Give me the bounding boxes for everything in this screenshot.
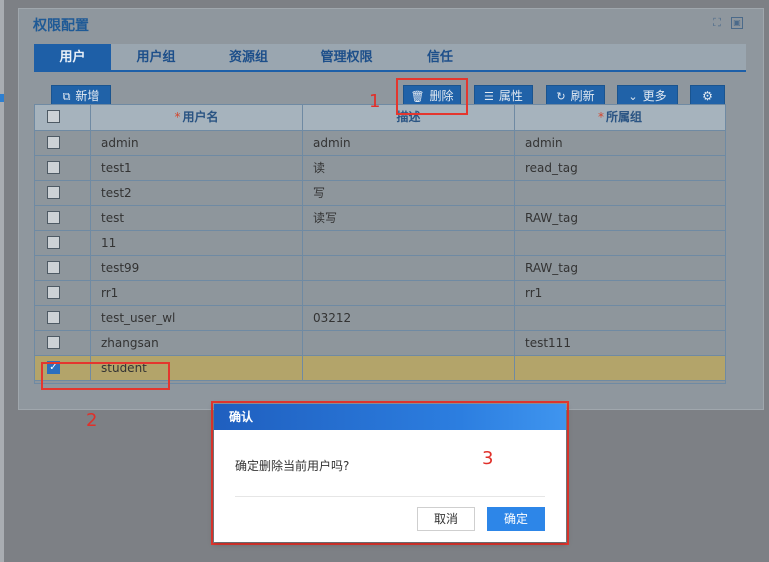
- panel-header: 权限配置 ⛶ ▣: [19, 9, 763, 37]
- edge-indicator: [0, 94, 4, 102]
- restore-icon[interactable]: ▣: [731, 17, 743, 29]
- cell-group: admin: [525, 136, 563, 150]
- cell-username: test1: [91, 156, 303, 180]
- row-checkbox[interactable]: [47, 236, 60, 249]
- cell-description: 读: [303, 156, 515, 180]
- tab-resource-groups[interactable]: 资源组: [217, 44, 280, 72]
- header-select-cell: [35, 105, 91, 130]
- cancel-button[interactable]: 取消: [417, 507, 475, 531]
- table-row[interactable]: test99 RAW_tag: [35, 256, 725, 281]
- add-button-label: 新增: [75, 89, 100, 103]
- header-username[interactable]: * 用户名: [91, 105, 303, 130]
- header-group-label: 所属组: [605, 110, 642, 124]
- cell-group: read_tag: [525, 161, 578, 175]
- confirm-dialog: 确认 确定删除当前用户吗? 3 取消 确定: [214, 404, 566, 542]
- header-username-label: 用户名: [182, 110, 219, 124]
- copy-icon: ⧉: [62, 90, 71, 103]
- row-select-cell: [35, 156, 91, 180]
- cell-description: [303, 331, 515, 355]
- more-button-label: 更多: [642, 89, 667, 103]
- dialog-title: 确认: [214, 404, 566, 430]
- row-checkbox[interactable]: [47, 311, 60, 324]
- table-row[interactable]: test 读写 RAW_tag: [35, 206, 725, 231]
- cell-username: test99: [91, 256, 303, 280]
- refresh-button-label: 刷新: [570, 89, 595, 103]
- row-checkbox[interactable]: [47, 261, 60, 274]
- row-checkbox[interactable]: [47, 336, 60, 349]
- select-all-checkbox[interactable]: [47, 110, 60, 123]
- cell-username: test2: [91, 181, 303, 205]
- cell-username: test: [91, 206, 303, 230]
- annotation-step-1: 1: [369, 91, 381, 112]
- table-row[interactable]: test_user_wl 03212: [35, 306, 725, 331]
- table-row[interactable]: test1 读 read_tag: [35, 156, 725, 181]
- table-row[interactable]: rr1 rr1: [35, 281, 725, 306]
- cell-group: [515, 306, 725, 330]
- confirm-button[interactable]: 确定: [487, 507, 545, 531]
- row-select-cell: [35, 306, 91, 330]
- cell-username: 11: [91, 231, 303, 255]
- table-row[interactable]: admin admin admin: [35, 131, 725, 156]
- row-select-cell: [35, 281, 91, 305]
- cell-description: 读写: [303, 206, 515, 230]
- cell-group: [515, 231, 725, 255]
- properties-button-label: 属性: [498, 89, 523, 103]
- cell-group: RAW_tag: [525, 261, 578, 275]
- cell-username: test_user_wl: [91, 306, 303, 330]
- row-checkbox[interactable]: [47, 186, 60, 199]
- tab-users[interactable]: 用户: [34, 44, 111, 72]
- dialog-divider: [235, 496, 545, 497]
- tab-user-groups[interactable]: 用户组: [130, 44, 182, 72]
- annotation-box-delete: [396, 78, 468, 115]
- annotation-step-2: 2: [86, 410, 98, 431]
- required-mark: *: [174, 110, 181, 124]
- table-row[interactable]: 11: [35, 231, 725, 256]
- row-checkbox[interactable]: [47, 211, 60, 224]
- cell-group: RAW_tag: [525, 211, 578, 225]
- cell-group: [515, 356, 725, 380]
- cell-group: rr1: [525, 286, 543, 300]
- tab-admin-permissions[interactable]: 管理权限: [309, 44, 384, 72]
- refresh-icon: ↻: [556, 90, 566, 103]
- row-checkbox[interactable]: [47, 161, 60, 174]
- cell-username: admin: [91, 131, 303, 155]
- cell-username: rr1: [91, 281, 303, 305]
- annotation-box-student: [41, 362, 170, 390]
- cell-description: admin: [303, 131, 515, 155]
- required-mark: *: [597, 110, 604, 124]
- header-group[interactable]: * 所属组: [515, 105, 725, 130]
- cell-group: [515, 181, 725, 205]
- expand-icon[interactable]: ⛶: [711, 17, 723, 29]
- row-select-cell: [35, 206, 91, 230]
- row-select-cell: [35, 131, 91, 155]
- tab-bar: 用户 用户组 资源组 管理权限 信任: [34, 44, 746, 72]
- cell-description: [303, 281, 515, 305]
- cell-username: zhangsan: [91, 331, 303, 355]
- cell-description: [303, 256, 515, 280]
- table-row[interactable]: test2 写: [35, 181, 725, 206]
- cell-description: 03212: [303, 306, 515, 330]
- chevron-down-icon: ⌄: [628, 90, 638, 103]
- list-icon: ☰: [484, 90, 494, 103]
- panel-title: 权限配置: [33, 18, 89, 34]
- row-select-cell: [35, 331, 91, 355]
- row-checkbox[interactable]: [47, 136, 60, 149]
- cell-description: [303, 356, 515, 380]
- row-checkbox[interactable]: [47, 286, 60, 299]
- users-table: * 用户名 描述 * 所属组 admin admin admin test1 读 read_t…: [34, 104, 726, 384]
- row-select-cell: [35, 256, 91, 280]
- tab-trust[interactable]: 信任: [420, 44, 460, 72]
- row-select-cell: [35, 181, 91, 205]
- cell-description: [303, 231, 515, 255]
- dialog-message: 确定删除当前用户吗?: [235, 459, 350, 473]
- cell-group: test111: [525, 336, 571, 350]
- cell-description: 写: [303, 181, 515, 205]
- table-row[interactable]: zhangsan test111: [35, 331, 725, 356]
- annotation-step-3: 3: [482, 448, 494, 469]
- gear-icon: ⚙: [702, 89, 713, 103]
- left-edge-strip: [0, 0, 4, 562]
- row-select-cell: [35, 231, 91, 255]
